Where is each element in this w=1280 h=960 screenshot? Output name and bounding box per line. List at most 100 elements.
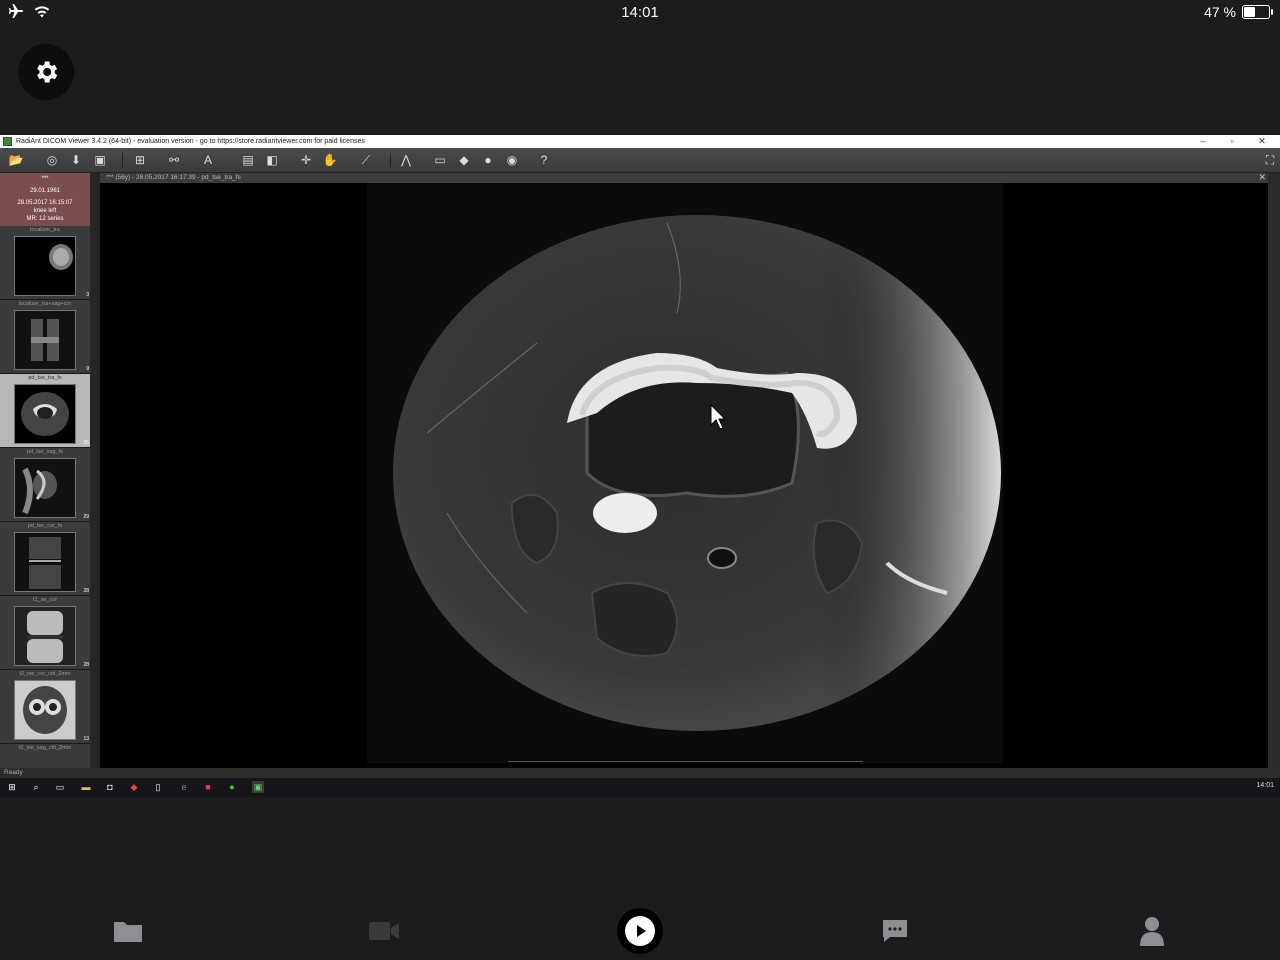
profile-tab[interactable]	[1135, 914, 1169, 948]
folder-icon	[114, 922, 142, 942]
series-count: 28	[83, 588, 89, 594]
gear-icon	[37, 61, 58, 83]
windows-start-icon[interactable]: ⊞	[6, 781, 18, 793]
series-thumbnail	[14, 236, 76, 296]
sidebar-scrollbar[interactable]	[90, 173, 100, 768]
viewport-close-icon[interactable]: ✕	[1258, 172, 1266, 183]
cd-icon[interactable]: ◎	[44, 152, 60, 168]
help-icon[interactable]: ?	[536, 152, 552, 168]
task-view-icon[interactable]: ▭	[54, 781, 66, 793]
chrome-icon[interactable]: ●	[226, 781, 238, 793]
pan-icon[interactable]: ✋	[322, 152, 338, 168]
series-label: t1_se_cor	[32, 597, 58, 603]
person-icon	[1140, 917, 1164, 946]
viewport-header: *** (56y) - 28.05.2017 16:17:39 - pd_tse…	[100, 173, 1268, 183]
series-label: t2_tse_cor_cbl_2mm	[19, 671, 71, 677]
series-label: t2_tse_sag_cbl_2mm	[18, 745, 72, 751]
fusion-icon[interactable]: ◉	[504, 152, 520, 168]
status-bar: 14:01 47 %	[0, 0, 1280, 26]
file-explorer-icon[interactable]: ▬	[80, 781, 92, 793]
window-title: RadiAnt DICOM Viewer 3.4.2 (64-bit) - ev…	[16, 138, 365, 145]
chat-icon	[883, 920, 907, 942]
series-thumbnail	[14, 680, 76, 740]
store-icon[interactable]: ◘	[104, 781, 116, 793]
battery-percent: 47 %	[1204, 4, 1236, 20]
study-header[interactable]: *** 29.01.1961 28.05.2017 16:15:07 knee …	[0, 173, 90, 226]
series-count: 13	[83, 736, 89, 742]
open-folder-icon[interactable]: 📂	[8, 152, 24, 168]
series-thumbnail	[14, 310, 76, 370]
series-thumbnail	[14, 606, 76, 666]
series-item[interactable]: pd_tse_cor_fs 28	[0, 522, 90, 596]
files-tab[interactable]	[111, 914, 145, 948]
taskbar-clock: 14:01	[1256, 782, 1274, 789]
series-count: 29	[83, 514, 89, 520]
chat-tab[interactable]	[878, 914, 912, 948]
toolbar: 📂 ◎ ⬇ ▣ ⊞ ⚯ A ▤ ◧ ✛ ✋ ⟋ ⋀ ▭ ◆ ● ◉ ? ⛶	[0, 148, 1280, 173]
download-icon[interactable]: ⬇	[68, 152, 84, 168]
clock: 14:01	[621, 4, 659, 21]
series-icon[interactable]: ▤	[240, 152, 256, 168]
series-item-selected[interactable]: pd_tse_tra_fs 35	[0, 374, 90, 448]
search-icon[interactable]: ⌕	[30, 781, 42, 793]
window-titlebar: RadiAnt DICOM Viewer 3.4.2 (64-bit) - ev…	[0, 135, 1280, 148]
annotation-text-icon[interactable]: A	[200, 152, 216, 168]
series-item[interactable]: localizer_tra+sag+cor 9	[0, 300, 90, 374]
radiant-app-icon	[3, 137, 12, 146]
save-icon[interactable]: ▣	[92, 152, 108, 168]
study-description: knee left	[33, 208, 57, 214]
series-thumbnail	[14, 384, 76, 444]
series-count: 3	[86, 292, 89, 298]
mpr-icon[interactable]: ⋀	[398, 152, 414, 168]
series-label: localizer_tra+sag+cor	[18, 301, 72, 307]
color-3d-icon[interactable]: ●	[480, 152, 496, 168]
series-item[interactable]: t1_se_cor 28	[0, 596, 90, 670]
video-tab[interactable]	[367, 914, 401, 948]
crosshair-icon[interactable]: ✛	[298, 152, 314, 168]
series-count: 35	[83, 440, 89, 446]
minimize-button[interactable]: –	[1193, 135, 1213, 148]
series-sidebar: *** 29.01.1961 28.05.2017 16:15:07 knee …	[0, 173, 90, 768]
window-level-icon[interactable]: ◧	[264, 152, 280, 168]
ruler-horizontal	[508, 761, 863, 762]
status-line: Ready	[0, 768, 1280, 778]
viewport-scrollbar[interactable]	[1268, 173, 1280, 768]
series-thumbnail	[14, 532, 76, 592]
patient-name: ***	[41, 176, 49, 182]
document-icon[interactable]: ▯	[152, 781, 164, 793]
remote-desktop[interactable]: RadiAnt DICOM Viewer 3.4.2 (64-bit) - ev…	[0, 135, 1280, 797]
export-icon[interactable]: ▭	[432, 152, 448, 168]
series-item[interactable]: localizer_tra 3	[0, 226, 90, 300]
patient-dob: 29.01.1961	[29, 188, 61, 194]
play-tab[interactable]	[617, 908, 663, 954]
series-item[interactable]: pd_tse_sag_fs 29	[0, 448, 90, 522]
study-date: 28.05.2017 16:15:07	[17, 200, 73, 206]
series-item[interactable]: t2_tse_sag_cbl_2mm	[0, 744, 90, 768]
edge-icon[interactable]: e	[178, 781, 190, 793]
series-item[interactable]: t2_tse_cor_cbl_2mm 13	[0, 670, 90, 744]
link-icon[interactable]: ⚯	[166, 152, 182, 168]
image-viewport[interactable]: *** (56y) - 28.05.2017 16:17:39 - pd_tse…	[100, 172, 1268, 768]
radiant-taskbar-icon[interactable]: ▣	[252, 781, 264, 793]
3d-icon[interactable]: ◆	[456, 152, 472, 168]
maximize-button[interactable]: ▫	[1222, 135, 1242, 148]
mri-image[interactable]	[367, 183, 1003, 763]
video-camera-icon	[369, 922, 399, 940]
series-label: pd_tse_tra_fs	[28, 375, 62, 381]
battery-icon	[1242, 5, 1273, 19]
fullscreen-icon[interactable]: ⛶	[1262, 152, 1278, 168]
series-label: localizer_tra	[30, 227, 60, 233]
study-series-count: MR: 12 series	[26, 216, 64, 222]
play-icon	[625, 916, 655, 946]
close-button[interactable]: ✕	[1252, 135, 1272, 148]
series-count: 9	[86, 366, 89, 372]
layout-grid-icon[interactable]: ⊞	[132, 152, 148, 168]
bottom-tab-bar	[0, 900, 1280, 960]
settings-button[interactable]	[18, 44, 74, 100]
series-count: 28	[83, 662, 89, 668]
series-thumbnail	[14, 458, 76, 518]
powerpoint-icon[interactable]: ■	[202, 781, 214, 793]
windows-taskbar: ⊞ ⌕ ▭ ▬ ◘ ◆ ▯ e ■ ● ▣ 14:01	[0, 778, 1280, 797]
measure-icon[interactable]: ⟋	[358, 152, 374, 168]
pdf-icon[interactable]: ◆	[128, 781, 140, 793]
